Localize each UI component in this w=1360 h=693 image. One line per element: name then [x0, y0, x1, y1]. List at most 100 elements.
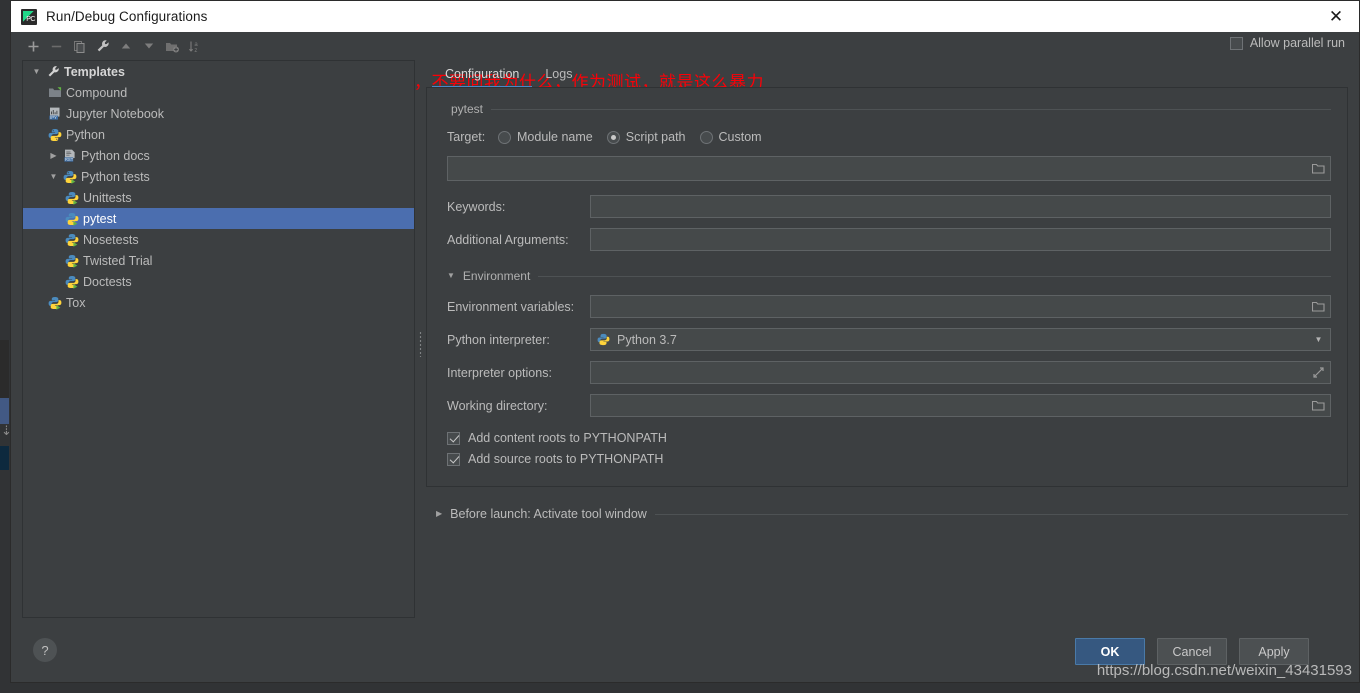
allow-parallel-run-label: Allow parallel run: [1249, 36, 1345, 50]
target-path-input[interactable]: [447, 156, 1331, 181]
tree-item-templates[interactable]: ▼ Templates: [23, 61, 414, 82]
tree-item-doctests[interactable]: Doctests: [23, 271, 414, 292]
pytest-group-header: pytest: [437, 102, 1331, 116]
help-button[interactable]: ?: [33, 638, 57, 662]
chevron-down-icon[interactable]: ▼: [29, 67, 44, 76]
ok-button[interactable]: OK: [1075, 638, 1145, 665]
chevron-down-icon[interactable]: ▼: [447, 272, 455, 280]
tree-item-python-tests[interactable]: ▼ Python tests: [23, 166, 414, 187]
python-interpreter-combobox[interactable]: Python 3.7 ▼: [590, 328, 1331, 351]
radio-custom[interactable]: [699, 130, 713, 144]
interpreter-options-label: Interpreter options:: [447, 365, 552, 380]
cancel-button[interactable]: Cancel: [1157, 638, 1227, 665]
keywords-input[interactable]: [590, 195, 1331, 218]
sort-alpha-button[interactable]: a z: [184, 36, 205, 57]
add-source-roots-checkbox[interactable]: Add source roots to PYTHONPATH: [437, 452, 1331, 466]
target-option-script-path[interactable]: Script path: [606, 130, 686, 144]
backdrop-left-highlight-2: [0, 446, 9, 470]
configurations-toolbar: a z Allow parallel run: [11, 32, 1359, 60]
tree-item-label: Tox: [66, 295, 86, 310]
interpreter-options-input[interactable]: [590, 361, 1331, 384]
target-option-custom[interactable]: Custom: [699, 130, 762, 144]
python-test-icon: [46, 296, 64, 310]
add-content-roots-checkbox[interactable]: Add content roots to PYTHONPATH: [437, 431, 1331, 445]
before-launch-label: Before launch: Activate tool window: [450, 507, 647, 521]
python-test-icon: [63, 212, 81, 226]
remove-button[interactable]: [46, 36, 67, 57]
add-button[interactable]: [23, 36, 44, 57]
tree-item-label: Doctests: [83, 274, 132, 289]
python-test-icon: [63, 191, 81, 205]
apply-button[interactable]: Apply: [1239, 638, 1309, 665]
target-option-label: Module name: [517, 130, 593, 144]
chevron-down-icon[interactable]: ▼: [1308, 329, 1329, 350]
dialog-body: a z Allow parallel run 全部干掉，不要问我为什么，作为测试…: [11, 32, 1359, 682]
dialog-footer: ? OK Cancel Apply: [11, 628, 1359, 682]
configurations-tree[interactable]: ▼ Templates Compound IPY Jupyter Noteboo…: [22, 60, 415, 618]
rst-icon: RST: [61, 149, 79, 162]
tree-item-python[interactable]: Python: [23, 124, 414, 145]
panel-splitter[interactable]: [415, 60, 426, 628]
add-source-roots-box[interactable]: [447, 452, 460, 466]
chevron-right-icon[interactable]: ▶: [436, 510, 442, 518]
move-down-button[interactable]: [138, 36, 159, 57]
add-content-roots-box[interactable]: [447, 431, 460, 445]
jupyter-icon: IPY: [46, 107, 64, 120]
target-path-row: [437, 156, 1331, 181]
allow-parallel-run-checkbox[interactable]: Allow parallel run: [1229, 36, 1345, 50]
target-label: Target:: [447, 130, 486, 144]
allow-parallel-run-box: [1229, 36, 1243, 50]
backdrop-left-tool-panel: [0, 340, 9, 400]
move-up-button[interactable]: [115, 36, 136, 57]
python-icon: [46, 128, 64, 142]
tree-item-label: Python: [66, 127, 105, 142]
tree-item-jupyter-notebook[interactable]: IPY Jupyter Notebook: [23, 103, 414, 124]
environment-variables-input[interactable]: [590, 295, 1331, 318]
python-interpreter-label: Python interpreter:: [447, 332, 550, 347]
group-divider: [654, 513, 1348, 515]
tree-item-nosetests[interactable]: Nosetests: [23, 229, 414, 250]
before-launch-section[interactable]: ▶ Before launch: Activate tool window: [426, 507, 1348, 521]
folder-icon[interactable]: [1307, 296, 1330, 317]
pycharm-icon: PC: [21, 8, 37, 25]
tree-item-compound[interactable]: Compound: [23, 82, 414, 103]
environment-group-header[interactable]: ▼ Environment: [437, 269, 1331, 283]
chevron-right-icon[interactable]: ▶: [46, 151, 61, 160]
tree-item-label: Nosetests: [83, 232, 139, 247]
close-icon[interactable]: ✕: [1313, 1, 1359, 32]
tab-logs[interactable]: Logs: [532, 67, 585, 87]
tree-item-pytest[interactable]: pytest: [23, 208, 414, 229]
folder-icon[interactable]: [1307, 157, 1330, 180]
edit-templates-wrench-icon[interactable]: [92, 36, 113, 57]
tree-item-python-docs[interactable]: ▶ RST Python docs: [23, 145, 414, 166]
target-option-label: Custom: [718, 130, 762, 144]
folder-icon[interactable]: [1307, 395, 1330, 416]
python-test-icon: [63, 275, 81, 289]
additional-arguments-input[interactable]: [590, 228, 1331, 251]
backdrop-bottom-bar: [0, 683, 1360, 693]
add-content-roots-label: Add content roots to PYTHONPATH: [468, 431, 667, 445]
target-option-module-name[interactable]: Module name: [498, 130, 593, 144]
additional-arguments-row: Additional Arguments:: [437, 228, 1331, 251]
tree-item-tox[interactable]: Tox: [23, 292, 414, 313]
chevron-down-icon[interactable]: ▼: [46, 172, 61, 181]
run-debug-configurations-dialog: PC Run/Debug Configurations ✕ a z Allow …: [10, 0, 1360, 683]
dialog-action-buttons: OK Cancel Apply: [1075, 638, 1309, 665]
move-into-folder-button[interactable]: [161, 36, 182, 57]
python-test-icon: [61, 170, 79, 184]
environment-variables-row: Environment variables:: [437, 295, 1331, 318]
tree-item-twisted-trial[interactable]: Twisted Trial: [23, 250, 414, 271]
copy-button[interactable]: [69, 36, 90, 57]
dialog-title: Run/Debug Configurations: [46, 9, 208, 24]
dialog-titlebar: PC Run/Debug Configurations ✕: [11, 1, 1359, 32]
tree-item-label: Compound: [66, 85, 128, 100]
expand-icon[interactable]: [1307, 362, 1330, 383]
tree-item-label: Unittests: [83, 190, 132, 205]
python-interpreter-value: Python 3.7: [617, 332, 677, 347]
tree-item-unittests[interactable]: Unittests: [23, 187, 414, 208]
working-directory-input[interactable]: [590, 394, 1331, 417]
radio-module-name[interactable]: [498, 130, 511, 144]
radio-script-path[interactable]: [606, 130, 620, 144]
dialog-split-area: ▼ Templates Compound IPY Jupyter Noteboo…: [11, 60, 1359, 628]
tab-configuration[interactable]: Configuration: [432, 67, 533, 88]
